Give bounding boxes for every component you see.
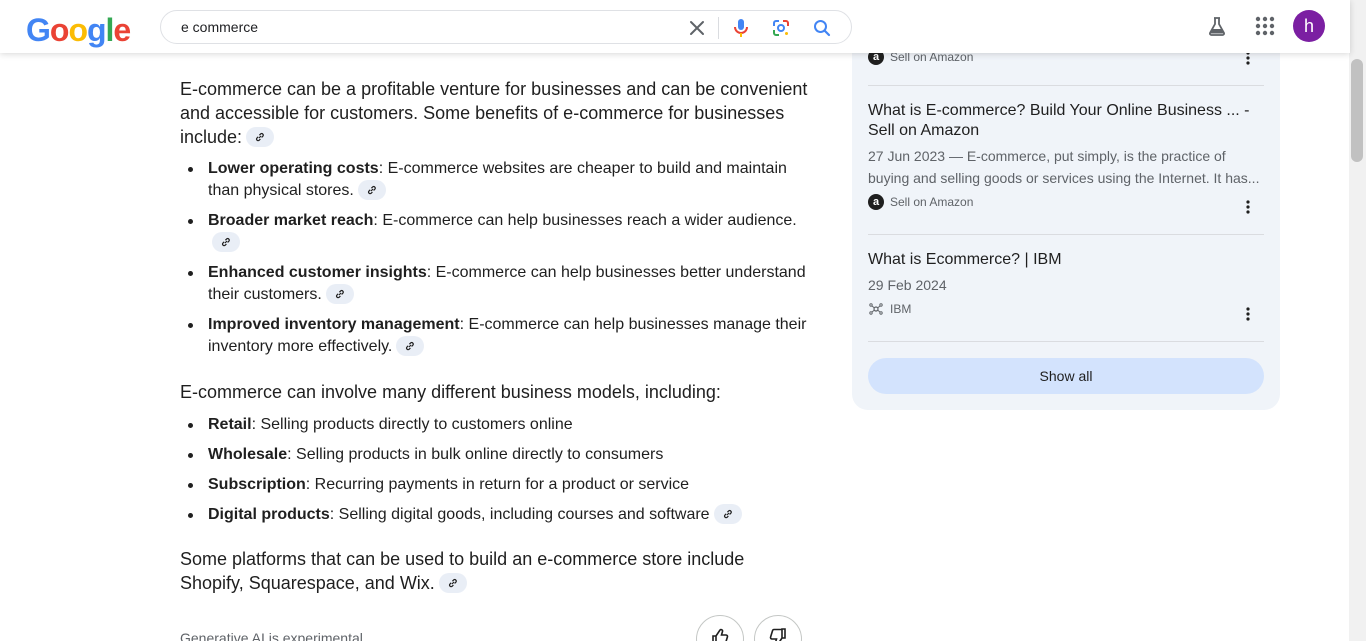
list-item: Digital products: Selling digital goods,… — [180, 503, 820, 526]
divider — [868, 341, 1264, 342]
source-site: IBM — [868, 300, 1264, 318]
benefits-list: Lower operating costs: E-commerce websit… — [180, 158, 820, 358]
apps-grid-icon[interactable] — [1253, 14, 1277, 38]
source-snippet: 27 Jun 2023 — E-commerce, put simply, is… — [868, 148, 1260, 186]
intro-text: E-commerce can be a profitable venture f… — [180, 79, 808, 147]
model-term: Digital products — [208, 506, 330, 523]
page-scrollbar[interactable] — [1349, 0, 1366, 641]
model-text: : Selling digital goods, including cours… — [329, 506, 710, 523]
benefit-term: Lower operating costs — [208, 160, 379, 177]
list-item: Retail: Selling products directly to cus… — [180, 414, 820, 436]
source-site-name: Sell on Amazon — [890, 195, 974, 209]
model-term: Wholesale — [208, 446, 288, 463]
source-item[interactable]: What is E-commerce? Build Your Online Bu… — [868, 101, 1264, 214]
close-icon[interactable] — [686, 17, 708, 39]
model-text: : Selling products in bulk online direct… — [287, 446, 664, 463]
google-logo[interactable]: Google — [26, 12, 131, 48]
list-item: Enhanced customer insights: E-commerce c… — [180, 262, 820, 306]
thumbs-up-button[interactable] — [696, 615, 744, 641]
divider — [868, 85, 1264, 86]
model-term: Retail — [208, 416, 252, 433]
ibm-icon — [868, 301, 884, 317]
list-item: Lower operating costs: E-commerce websit… — [180, 158, 820, 202]
logo-letter: o — [49, 12, 70, 48]
model-text: : Recurring payments in return for a pro… — [305, 476, 690, 493]
source-title[interactable]: What is E-commerce? Build Your Online Bu… — [868, 101, 1264, 141]
list-item: Wholesale: Selling products in bulk onli… — [180, 444, 820, 466]
show-all-button[interactable]: Show all — [868, 358, 1264, 394]
source-site: a Sell on Amazon — [868, 193, 1264, 211]
benefit-term: Enhanced customer insights — [208, 264, 427, 281]
logo-letter: o — [68, 12, 88, 48]
source-item[interactable]: What is Ecommerce? | IBM 29 Feb 2024 IBM — [868, 250, 1264, 321]
platforms-paragraph: Some platforms that can be used to build… — [180, 547, 780, 595]
thumbs-up-icon — [710, 627, 730, 641]
citation-link-icon[interactable] — [357, 179, 386, 200]
benefit-term: Improved inventory management — [208, 316, 460, 333]
citation-link-icon[interactable] — [212, 231, 240, 252]
citation-link-icon[interactable] — [396, 335, 425, 356]
logo-letter: g — [86, 12, 107, 48]
source-site-name: IBM — [890, 302, 912, 316]
list-item: Subscription: Recurring payments in retu… — [180, 474, 820, 496]
citation-link-icon[interactable] — [713, 503, 742, 524]
experimental-note: Generative AI is experimental — [180, 630, 363, 641]
amazon-icon: a — [868, 194, 884, 210]
source-date: 29 Feb 2024 — [868, 277, 947, 293]
search-box — [160, 10, 852, 44]
top-bar: Google e commerce h — [0, 0, 1350, 53]
more-options-icon[interactable] — [1238, 197, 1258, 217]
search-icon[interactable] — [811, 17, 833, 39]
mic-icon[interactable] — [730, 17, 752, 39]
thumbs-down-icon — [768, 627, 788, 641]
list-item: Broader market reach: E-commerce can hel… — [180, 210, 820, 254]
benefit-term: Broader market reach — [208, 212, 374, 229]
citation-link-icon[interactable] — [325, 283, 354, 304]
search-input[interactable] — [181, 11, 661, 43]
avatar[interactable]: h — [1293, 10, 1325, 42]
citation-link-icon[interactable] — [438, 573, 467, 594]
scrollbar-thumb[interactable] — [1351, 59, 1363, 162]
source-title[interactable]: What is Ecommerce? | IBM — [868, 250, 1264, 270]
benefit-text: : E-commerce can help businesses reach a… — [373, 212, 797, 229]
more-options-icon[interactable] — [1238, 304, 1258, 324]
logo-letter: l — [105, 12, 115, 48]
search-divider — [718, 17, 719, 39]
list-item: Improved inventory management: E-commerc… — [180, 314, 820, 358]
divider — [868, 234, 1264, 235]
business-models-list: Retail: Selling products directly to cus… — [180, 414, 820, 526]
model-term: Subscription — [208, 476, 306, 493]
labs-flask-icon[interactable] — [1205, 14, 1229, 38]
sources-panel: a Sell on Amazon What is E-commerce? Bui… — [852, 0, 1280, 410]
logo-letter: G — [26, 12, 51, 48]
model-text: : Selling products directly to customers… — [251, 416, 573, 433]
citation-link-icon[interactable] — [246, 127, 275, 148]
logo-letter: e — [113, 12, 131, 48]
thumbs-down-button[interactable] — [754, 615, 802, 641]
section-heading: E-commerce can involve many different bu… — [180, 382, 721, 402]
lens-icon[interactable] — [770, 17, 792, 39]
intro-paragraph: E-commerce can be a profitable venture f… — [180, 77, 810, 149]
